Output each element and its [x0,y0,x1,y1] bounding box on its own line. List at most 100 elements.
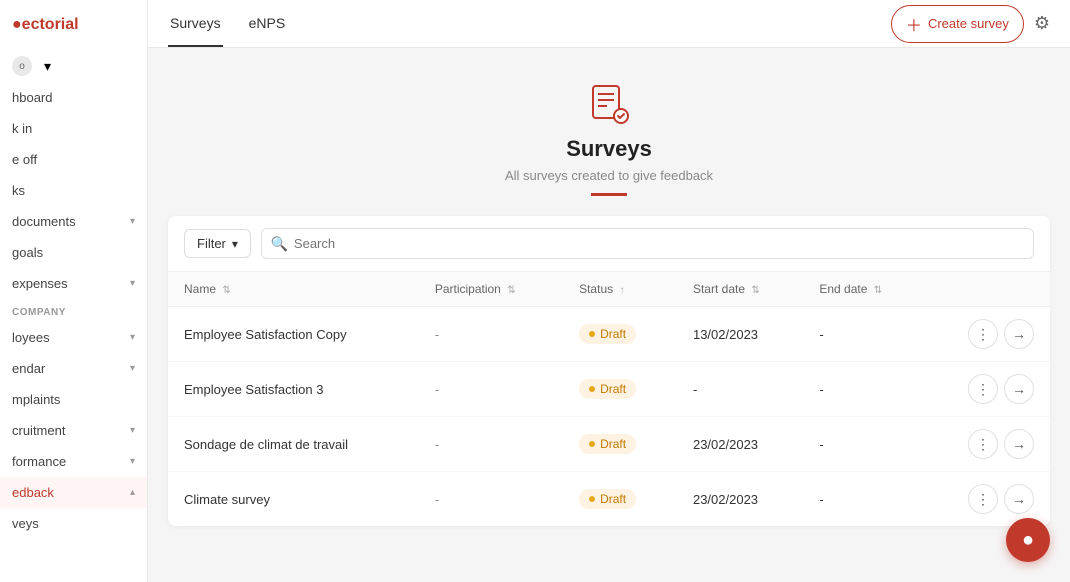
brand-logo: ●ectorial [0,0,147,50]
filter-button[interactable]: Filter ▾ [184,229,251,258]
cell-participation: - [419,362,563,417]
sidebar-item-performance[interactable]: formance ▾ [0,446,147,477]
status-badge: Draft [579,324,636,344]
cell-start-date: - [677,362,803,417]
cell-participation: - [419,472,563,527]
org-selector[interactable]: o ▾ [0,50,147,82]
page-content: Surveys All surveys created to give feed… [148,48,1070,582]
name-sort-icon[interactable]: ⇅ [222,285,230,296]
tab-surveys[interactable]: Surveys [168,0,223,47]
feedback-chevron-icon: ▴ [130,487,135,498]
calendar-chevron-icon: ▾ [130,363,135,374]
hero-section: Surveys All surveys created to give feed… [148,48,1070,216]
sidebar-item-tasks[interactable]: ks [0,175,147,206]
org-chevron-icon: ▾ [44,58,51,75]
table-row: Climate survey - Draft 23/02/2023 - ⋮ → [168,472,1050,527]
startdate-sort-icon[interactable]: ⇅ [751,285,759,296]
sidebar-item-employees[interactable]: loyees ▾ [0,322,147,353]
cell-name: Sondage de climat de travail [168,417,419,472]
filter-chevron-icon: ▾ [232,237,238,251]
cell-start-date: 23/02/2023 [677,417,803,472]
row-open-button[interactable]: → [1004,429,1034,459]
topnav: Surveys eNPS ＋ Create survey ⚙ [148,0,1070,48]
search-wrapper: 🔍 [261,228,1034,259]
hero-divider [591,193,627,196]
plus-icon: ＋ [906,12,922,36]
cell-start-date: 23/02/2023 [677,472,803,527]
badge-dot-icon [589,386,595,392]
cell-status: Draft [563,362,677,417]
cell-status: Draft [563,472,677,527]
recruitment-chevron-icon: ▾ [130,425,135,436]
badge-dot-icon [589,331,595,337]
row-open-button[interactable]: → [1004,374,1034,404]
col-start-date: Start date ⇅ [677,272,803,307]
cell-start-date: 13/02/2023 [677,307,803,362]
cell-actions: ⋮ → [925,417,1050,472]
documents-chevron-icon: ▾ [130,216,135,227]
col-name: Name ⇅ [168,272,419,307]
cell-actions: ⋮ → [925,362,1050,417]
row-open-button[interactable]: → [1004,484,1034,514]
row-open-button[interactable]: → [1004,319,1034,349]
row-more-button[interactable]: ⋮ [968,319,998,349]
company-section-label: COMPANY [0,299,147,322]
cell-name: Employee Satisfaction 3 [168,362,419,417]
sidebar-item-timeoff[interactable]: e off [0,144,147,175]
surveys-hero-icon [585,80,633,128]
enddate-sort-icon[interactable]: ⇅ [874,285,882,296]
status-badge: Draft [579,489,636,509]
col-status: Status ↑ [563,272,677,307]
sidebar-item-calendar[interactable]: endar ▾ [0,353,147,384]
performance-chevron-icon: ▾ [130,456,135,467]
hero-subtitle: All surveys created to give feedback [168,168,1050,183]
cell-status: Draft [563,307,677,362]
cell-participation: - [419,307,563,362]
topnav-actions: ＋ Create survey ⚙ [891,5,1050,43]
sidebar-item-goals[interactable]: goals [0,237,147,268]
table-header-row: Name ⇅ Participation ⇅ Status ↑ Start [168,272,1050,307]
col-actions [925,272,1050,307]
cell-actions: ⋮ → [925,307,1050,362]
cell-participation: - [419,417,563,472]
row-more-button[interactable]: ⋮ [968,374,998,404]
main-content: Surveys eNPS ＋ Create survey ⚙ [148,0,1070,582]
participation-sort-icon[interactable]: ⇅ [507,285,515,296]
support-icon: ● [1022,529,1034,552]
org-avatar: o [12,56,32,76]
sidebar-item-feedback[interactable]: edback ▴ [0,477,147,508]
badge-dot-icon [589,496,595,502]
status-badge: Draft [579,379,636,399]
create-survey-button[interactable]: ＋ Create survey [891,5,1024,43]
cell-end-date: - [803,307,924,362]
table-toolbar: Filter ▾ 🔍 [168,216,1050,272]
cell-end-date: - [803,472,924,527]
row-more-button[interactable]: ⋮ [968,484,998,514]
sidebar-item-documents[interactable]: documents ▾ [0,206,147,237]
cell-name: Employee Satisfaction Copy [168,307,419,362]
tab-enps[interactable]: eNPS [247,0,288,47]
col-participation: Participation ⇅ [419,272,563,307]
status-badge: Draft [579,434,636,454]
col-end-date: End date ⇅ [803,272,924,307]
row-more-button[interactable]: ⋮ [968,429,998,459]
expenses-chevron-icon: ▾ [130,278,135,289]
surveys-table: Name ⇅ Participation ⇅ Status ↑ Start [168,272,1050,526]
sidebar: ●ectorial o ▾ hboard k in e off ks docum… [0,0,148,582]
search-input[interactable] [261,228,1034,259]
settings-icon[interactable]: ⚙ [1034,13,1050,34]
status-sort-icon[interactable]: ↑ [619,285,624,296]
hero-title: Surveys [168,136,1050,162]
employees-chevron-icon: ▾ [130,332,135,343]
sidebar-item-expenses[interactable]: expenses ▾ [0,268,147,299]
surveys-table-container: Filter ▾ 🔍 Name ⇅ [168,216,1050,526]
sidebar-item-surveys[interactable]: veys [0,508,147,539]
cell-end-date: - [803,362,924,417]
sidebar-item-checkin[interactable]: k in [0,113,147,144]
support-bubble[interactable]: ● [1006,518,1050,562]
sidebar-item-recruitment[interactable]: cruitment ▾ [0,415,147,446]
cell-end-date: - [803,417,924,472]
topnav-tabs: Surveys eNPS [168,0,287,47]
sidebar-item-complaints[interactable]: mplaints [0,384,147,415]
sidebar-item-dashboard[interactable]: hboard [0,82,147,113]
